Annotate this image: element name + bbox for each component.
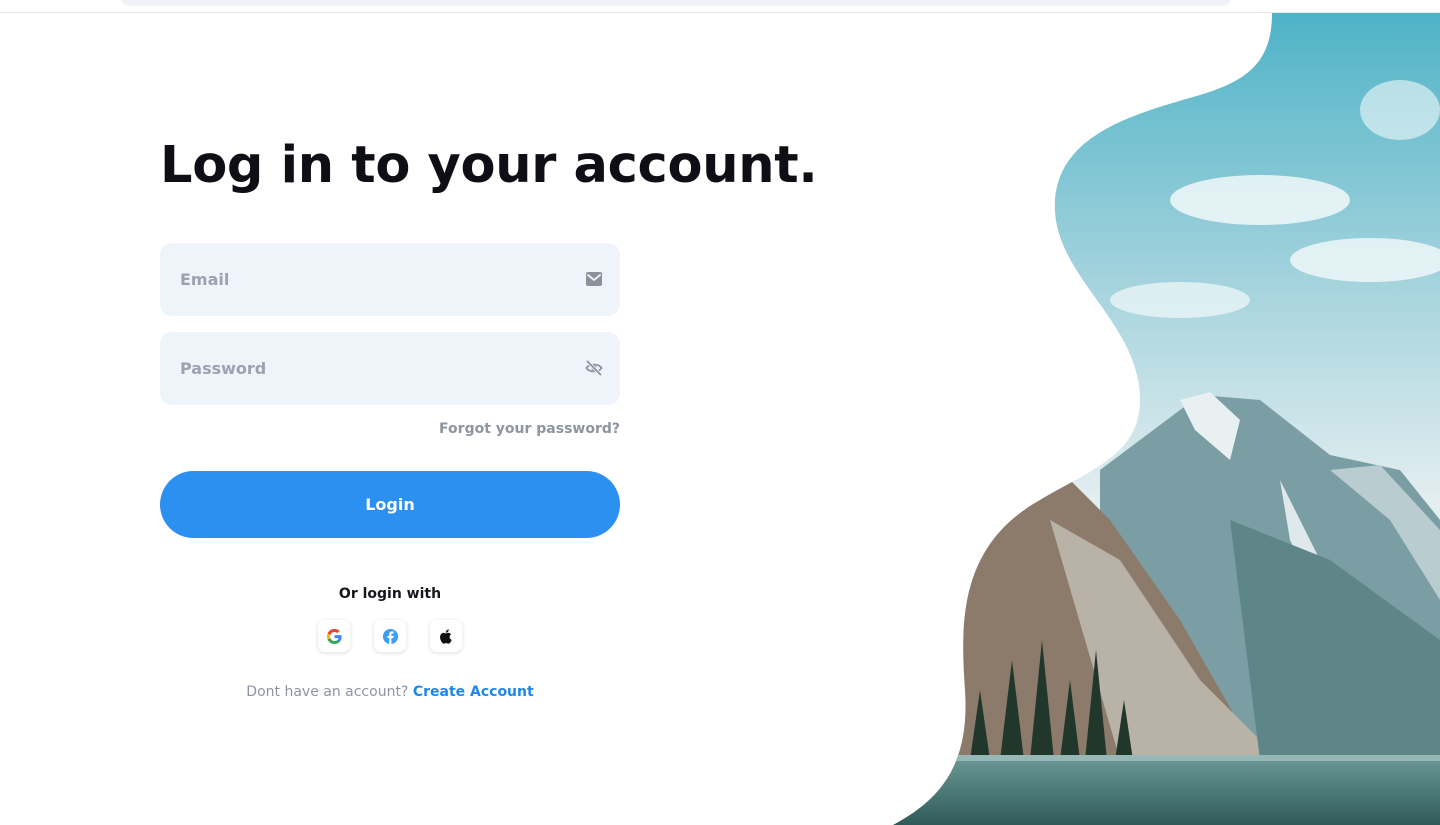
eye-off-icon[interactable] xyxy=(585,359,603,377)
email-field[interactable] xyxy=(160,243,620,316)
envelope-icon xyxy=(585,270,603,288)
login-button[interactable]: Login xyxy=(160,471,620,538)
signup-row: Dont have an account? Create Account xyxy=(160,684,620,700)
password-input[interactable] xyxy=(180,332,570,405)
page-title: Log in to your account. xyxy=(160,136,818,195)
hero-landscape-image xyxy=(893,13,1440,825)
password-field[interactable] xyxy=(160,332,620,405)
facebook-icon xyxy=(382,628,398,644)
email-input[interactable] xyxy=(180,243,570,316)
address-bar[interactable] xyxy=(120,0,1232,6)
google-login-button[interactable] xyxy=(318,620,350,652)
create-account-link[interactable]: Create Account xyxy=(413,684,534,700)
forgot-password-link[interactable]: Forgot your password? xyxy=(439,421,620,437)
facebook-login-button[interactable] xyxy=(374,620,406,652)
apple-login-button[interactable] xyxy=(430,620,462,652)
social-login-heading: Or login with xyxy=(338,586,442,602)
signup-prompt: Dont have an account? xyxy=(246,684,409,700)
browser-top-bar xyxy=(0,0,1440,13)
apple-icon xyxy=(439,628,452,644)
google-icon xyxy=(326,628,342,644)
